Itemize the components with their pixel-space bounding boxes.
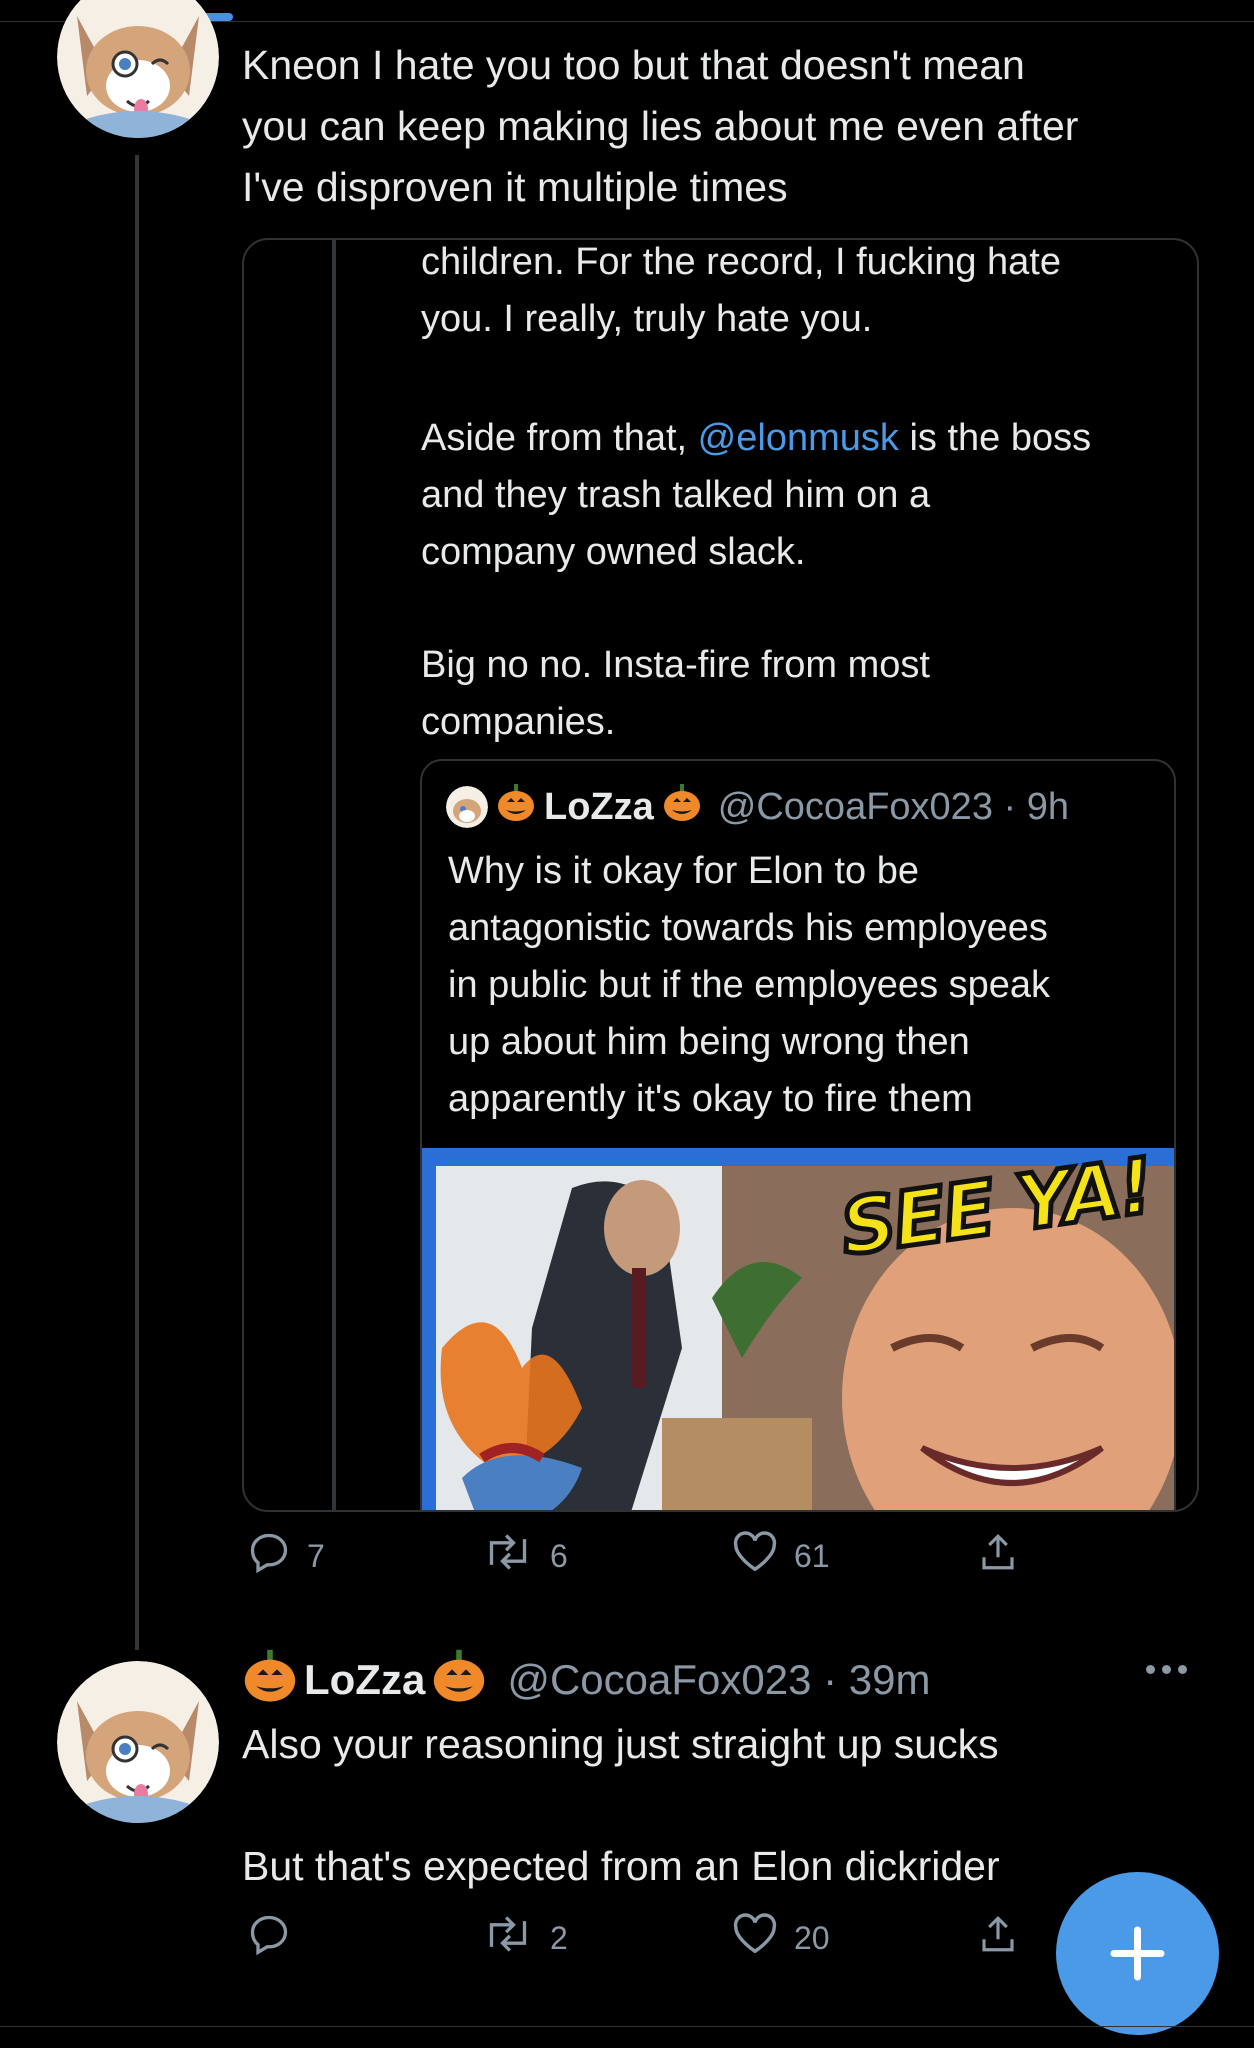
display-name[interactable]: LoZza <box>304 1656 425 1704</box>
share-button[interactable] <box>977 1912 1019 1964</box>
like-icon <box>732 1530 778 1582</box>
like-button[interactable]: 61 <box>732 1530 830 1582</box>
retweet-button[interactable]: 6 <box>482 1530 568 1582</box>
share-icon <box>977 1530 1019 1582</box>
pumpkin-icon <box>662 782 702 832</box>
retweet-button[interactable]: 2 <box>482 1912 568 1964</box>
compose-icon <box>1056 1872 1219 2040</box>
more-options-button[interactable] <box>1146 1665 1187 1674</box>
more-icon <box>1146 1665 1155 1674</box>
like-count: 61 <box>794 1537 830 1574</box>
pumpkin-icon <box>496 782 536 832</box>
retweet-icon <box>482 1912 534 1964</box>
pumpkin-icon <box>431 1647 487 1713</box>
tweet-action-bar: 7 6 61 <box>242 1530 1042 1590</box>
tweet-action-bar: 2 20 <box>242 1912 1042 1972</box>
handle-and-time: @CocoaFox023 · 39m <box>507 1656 931 1703</box>
like-icon <box>732 1912 778 1964</box>
quoted-tweet-card[interactable]: children. For the record, I fucking hate… <box>242 238 1199 1512</box>
quoted-tweet-text-2: Aside from that, @elonmusk is the boss a… <box>421 410 1091 581</box>
retweet-count: 2 <box>550 1919 568 1956</box>
share-icon <box>977 1912 1019 1964</box>
reply-icon <box>247 1530 291 1582</box>
more-icon <box>1178 1665 1187 1674</box>
mention-link[interactable]: @elonmusk <box>698 417 899 459</box>
handle-and-time: @CocoaFox023 · 9h <box>717 785 1069 828</box>
pumpkin-icon <box>242 1647 298 1713</box>
avatar[interactable] <box>57 1661 219 1823</box>
quoted-tweet-text-3: Big no no. Insta-fire from most companie… <box>421 644 930 743</box>
thread-connector-line <box>135 155 139 1650</box>
tweet-header: LoZza @CocoaFox023 · 39m <box>242 1649 931 1708</box>
avatar[interactable] <box>57 0 219 138</box>
text-fragment: Aside from that, <box>421 417 698 459</box>
avatar <box>446 786 488 828</box>
retweet-count: 6 <box>550 1537 568 1574</box>
like-count: 20 <box>794 1919 830 1956</box>
divider <box>0 2026 1254 2027</box>
tweet-media-image[interactable]: SEE YA! <box>422 1148 1174 1510</box>
nested-tweet-text: Why is it okay for Elon to be antagonist… <box>448 850 1051 1120</box>
compose-tweet-button[interactable] <box>1056 1872 1219 2035</box>
nested-quoted-tweet[interactable]: LoZza @CocoaFox023 · 9h Why is it okay f… <box>420 759 1176 1510</box>
like-button[interactable]: 20 <box>732 1912 830 1964</box>
retweet-icon <box>482 1530 534 1582</box>
reply-button[interactable]: 7 <box>247 1530 325 1582</box>
share-button[interactable] <box>977 1530 1019 1582</box>
quoted-tweet-text-1: children. For the record, I fucking hate… <box>421 241 1061 340</box>
more-icon <box>1162 1665 1171 1674</box>
nested-tweet-header: LoZza @CocoaFox023 · 9h <box>446 782 1069 832</box>
tweet-body: Also your reasoning just straight up suc… <box>242 1721 1000 1889</box>
reply-button[interactable] <box>247 1912 307 1964</box>
reply-count: 7 <box>307 1537 325 1574</box>
tweet-body: Kneon I hate you too but that doesn't me… <box>242 42 1079 210</box>
display-name[interactable]: LoZza <box>544 786 654 829</box>
quote-thread-line <box>332 240 336 1510</box>
reply-icon <box>247 1912 291 1964</box>
